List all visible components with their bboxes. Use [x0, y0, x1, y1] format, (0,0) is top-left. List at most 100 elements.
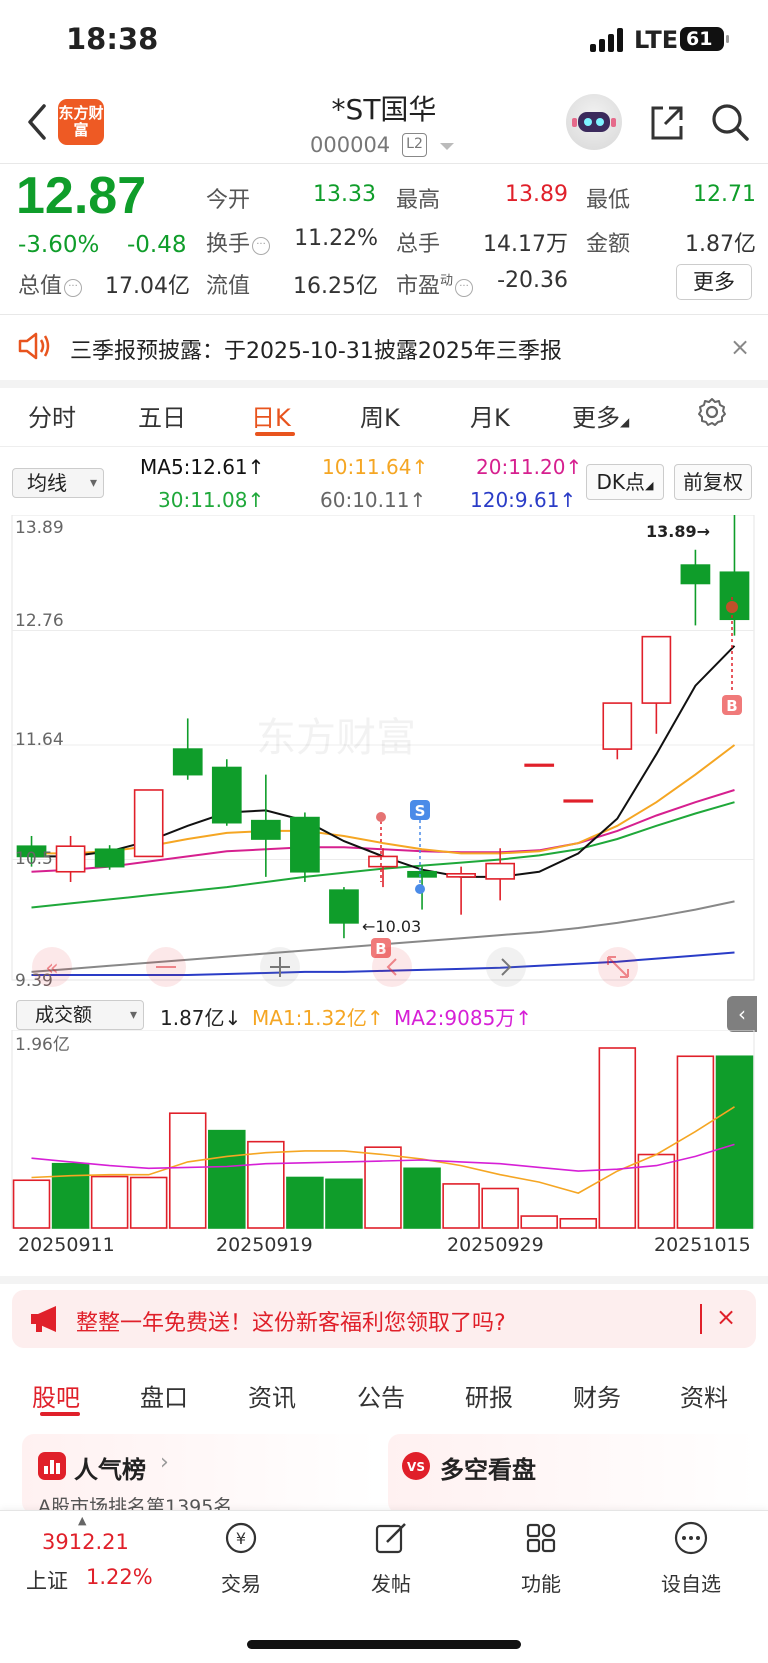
home-indicator — [247, 1640, 521, 1649]
chevron-right-icon: › — [160, 1450, 169, 1475]
close-icon[interactable]: × — [716, 1303, 736, 1331]
volume-bar — [715, 1055, 754, 1229]
tab-daily-k[interactable]: 日K — [251, 398, 291, 433]
tab-weekly-k[interactable]: 周K — [360, 398, 400, 433]
kline-chart[interactable]: 东方财富 13.89 12.76 11.64 10.5 9.39 13.89→ … — [0, 515, 768, 995]
more-quote-button[interactable]: 更多 — [676, 264, 752, 300]
candle-body — [290, 816, 320, 873]
volume-bar — [51, 1162, 90, 1229]
label-low: 最低 — [586, 188, 631, 213]
tab-research[interactable]: 研报 — [465, 1378, 513, 1413]
ma5-value: MA5:12.61↑ — [140, 455, 265, 479]
dk-point-button[interactable]: DK点◢ — [586, 464, 664, 500]
megaphone-icon — [31, 1306, 56, 1332]
volume-bar — [364, 1146, 402, 1229]
tab-more[interactable]: 更多◢ — [572, 398, 629, 433]
index-name[interactable]: 上证 — [26, 1565, 68, 1595]
label-volume: 总手 — [396, 232, 441, 257]
index-value[interactable]: 3912.21 — [42, 1530, 129, 1554]
chart-controls[interactable]: « — [32, 947, 638, 987]
value-amount: 1.87亿 — [685, 232, 756, 257]
volume-y-top: 1.96亿 — [15, 1035, 70, 1055]
rewind-icon: « — [45, 956, 58, 981]
signal-icon — [590, 28, 626, 52]
volume-chart[interactable]: 1.96亿 — [0, 1030, 768, 1230]
tab-finance[interactable]: 财务 — [573, 1378, 621, 1413]
level2-badge[interactable]: L2 — [402, 133, 427, 157]
min-price-marker: ←10.03 — [362, 917, 421, 936]
adjust-button[interactable]: 前复权 — [674, 464, 752, 500]
svg-text:VS: VS — [407, 1460, 425, 1474]
promo-text: 整整一年免费送！这份新客福利您领取了吗? — [76, 1311, 506, 1336]
y-label-4: 10.5 — [15, 849, 53, 869]
volume-bar — [168, 1112, 207, 1229]
ma120-value: 120:9.61↑ — [470, 488, 577, 512]
divider — [0, 446, 768, 447]
date-label-2: 20250919 — [216, 1234, 313, 1256]
search-icon[interactable] — [708, 100, 752, 144]
tab-announcement[interactable]: 公告 — [357, 1378, 405, 1413]
prev-button[interactable] — [372, 947, 412, 987]
network-label: LTE — [634, 26, 679, 54]
minus-icon — [156, 966, 176, 968]
next-button[interactable] — [486, 947, 526, 987]
grid-icon — [526, 1523, 556, 1553]
indicator-select[interactable]: 均线 — [12, 468, 104, 498]
close-icon[interactable]: × — [730, 333, 750, 361]
info-icon[interactable]: ··· — [64, 279, 83, 297]
volume-bar — [286, 1176, 324, 1229]
speaker-icon — [18, 332, 50, 360]
collapse-panel-button[interactable]: ‹ — [727, 996, 757, 1032]
nav-post[interactable]: 发帖 — [346, 1518, 436, 1597]
tab-profile[interactable]: 资料 — [680, 1378, 728, 1413]
candle-body — [524, 763, 555, 767]
candle-body — [563, 799, 594, 803]
vs-icon: VS — [402, 1452, 430, 1480]
nav-functions[interactable]: 功能 — [496, 1518, 586, 1597]
label-open: 今开 — [206, 188, 251, 213]
value-high: 13.89 — [505, 182, 568, 207]
volume-bar — [481, 1187, 519, 1229]
nav-watchlist[interactable]: 设自选 — [646, 1518, 736, 1597]
max-price-marker: 13.89→ — [646, 522, 710, 541]
volume-indicator-select[interactable]: 成交额 — [16, 1000, 144, 1030]
ai-assistant-icon[interactable] — [566, 94, 622, 150]
candle-body — [172, 748, 203, 776]
nav-post-label: 发帖 — [371, 1572, 411, 1596]
index-percent[interactable]: 1.22% — [86, 1565, 153, 1589]
label-market-cap: 总值 ··· — [18, 268, 83, 300]
candle-body — [680, 564, 711, 585]
divider — [0, 163, 768, 164]
tab-guba[interactable]: 股吧 — [32, 1378, 80, 1413]
value-market-cap: 17.04亿 — [105, 274, 190, 299]
candle-body — [641, 635, 672, 704]
chevron-down-icon[interactable] — [440, 143, 454, 150]
trade-icon: ¥ — [225, 1522, 257, 1554]
ranking-icon — [38, 1452, 66, 1480]
candle-body — [211, 766, 242, 824]
tab-five-day[interactable]: 五日 — [138, 398, 186, 433]
volume-ma1: MA1:1.32亿↑ — [252, 1006, 384, 1030]
value-open: 13.33 — [313, 182, 376, 207]
gear-icon[interactable] — [696, 396, 728, 428]
notice-text: 三季报预披露：于2025-10-31披露2025年三季报 — [70, 339, 562, 364]
tab-monthly-k[interactable]: 月K — [470, 398, 510, 433]
share-icon[interactable] — [645, 100, 689, 144]
buy-point-2 — [726, 601, 738, 613]
volume-bar — [129, 1176, 168, 1229]
value-low: 12.71 — [693, 182, 756, 207]
date-label-3: 20250929 — [447, 1234, 544, 1256]
tab-news[interactable]: 资讯 — [248, 1378, 296, 1413]
caret-icon: ◢ — [645, 479, 654, 492]
tab-pankou[interactable]: 盘口 — [140, 1378, 188, 1413]
info-icon[interactable]: ··· — [252, 237, 271, 255]
tab-intraday[interactable]: 分时 — [28, 398, 76, 433]
nav-trade[interactable]: ¥ 交易 — [196, 1518, 286, 1597]
pe-label-text: 市盈 — [396, 274, 441, 299]
buy-flag-2-label: B — [726, 697, 737, 715]
value-volume: 14.17万 — [483, 232, 568, 257]
dk-label: DK点 — [596, 470, 646, 494]
candle-body — [602, 702, 633, 750]
nav-watchlist-label: 设自选 — [661, 1572, 721, 1596]
info-icon[interactable]: ··· — [455, 279, 474, 297]
